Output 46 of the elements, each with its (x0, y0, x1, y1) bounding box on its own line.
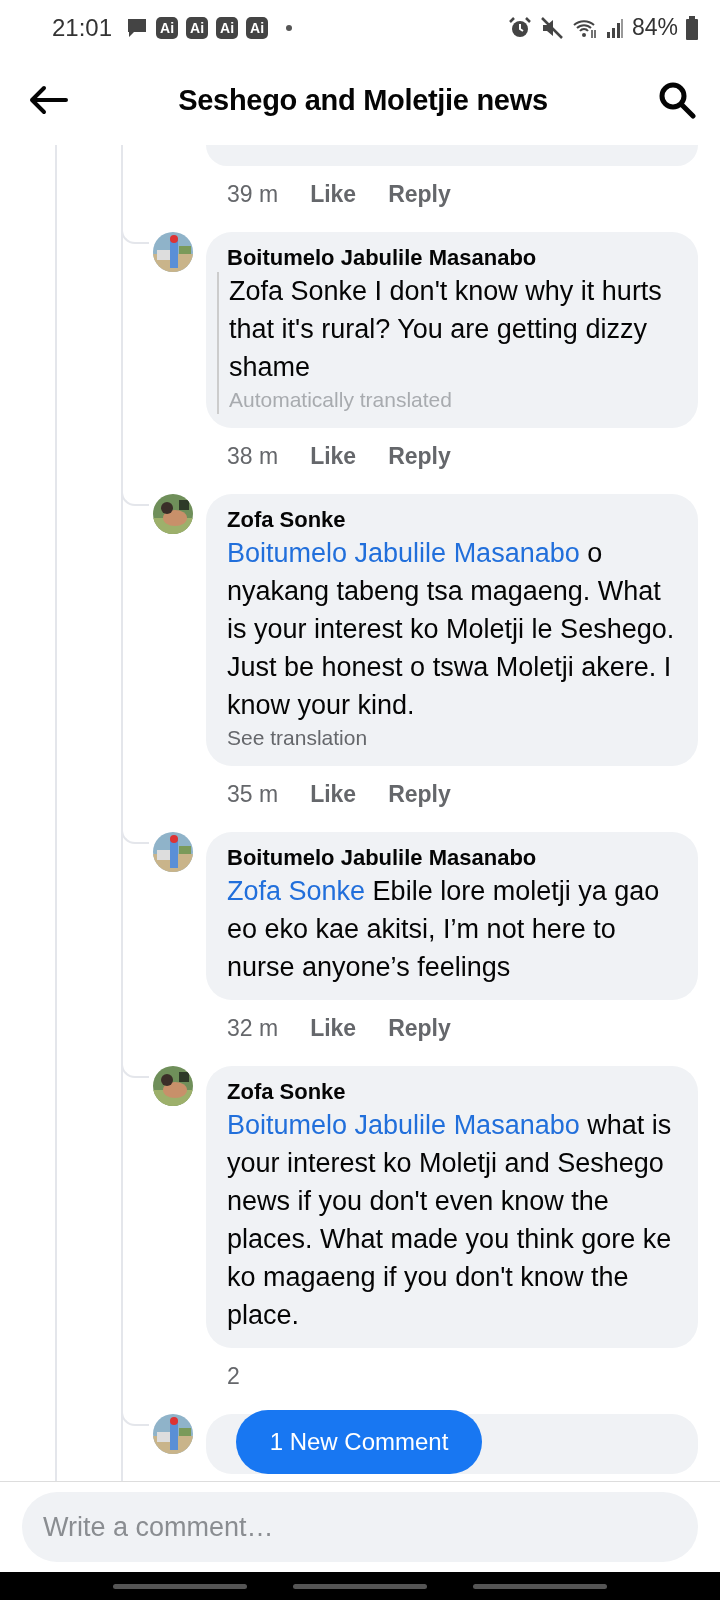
comment-author[interactable]: Zofa Sonke (227, 506, 677, 534)
comment-action-link[interactable]: Like (310, 1010, 357, 1046)
comment-text: Boitumelo Jabulile Masanabo what is your interest ko Moletji and Seshego news if you don't even know the places. What made you think gore ke ko magaeng if you don't know the place. (227, 1109, 673, 1332)
comment-text: Boitumelo Jabulile Masanabo o nyakang tabeng tsa magaeng. What is your interest ko Moletji le Seshego. Just be honest o tswa Moletji akere. I know your kind. (227, 537, 676, 722)
notification-badge: Ai (216, 16, 239, 39)
dot-icon (286, 24, 293, 31)
clock-time: 21:01 (52, 13, 113, 42)
mention-link[interactable]: Zofa Sonke (227, 876, 366, 906)
nav-bar-handle[interactable] (293, 1583, 427, 1589)
comment-author[interactable]: Boitumelo Jabulile Masanabo (227, 244, 677, 272)
page-title: Seshego and Moletjie news (177, 83, 549, 117)
comment-text: Zofa Sonke I don't know why it hurts that it's rural? You are getting dizzy shame (229, 275, 663, 384)
notification-badge: Ai (246, 16, 269, 39)
battery-icon (686, 15, 698, 40)
comment-time: 39 m (227, 180, 279, 209)
alarm-icon (507, 15, 532, 40)
mute-icon (539, 15, 564, 40)
battery-percent: 84% (631, 14, 678, 41)
comment-action-link[interactable]: Reply (388, 176, 451, 212)
mention-link[interactable]: Boitumelo Jabulile Masanabo (227, 1110, 580, 1140)
notification-badge: Ai (156, 16, 179, 39)
notification-badge: Ai (186, 16, 209, 39)
nav-bar-handle[interactable] (113, 1583, 247, 1589)
mention-link[interactable]: Boitumelo Jabulile Masanabo (227, 538, 580, 568)
comment-author[interactable]: Zofa Sonke (227, 1078, 677, 1106)
comment-action-link[interactable]: Reply (388, 438, 451, 474)
comment-action-link[interactable]: Like (310, 438, 357, 474)
comment-time: 38 m (227, 442, 279, 471)
comment-action-link[interactable]: Like (310, 176, 357, 212)
comment-time: 32 m (227, 1014, 279, 1043)
comment-time: 2 (227, 1362, 240, 1391)
comment-input-field[interactable]: Write a comment… (22, 1492, 698, 1562)
see-translation-link[interactable]: See translation (227, 724, 677, 752)
message-icon (126, 16, 149, 39)
comment-author[interactable]: Boitumelo Jabulile Masanabo (227, 844, 677, 872)
signal-icon (605, 16, 624, 39)
comment-action-link[interactable]: Like (310, 776, 357, 812)
nav-bar-handle[interactable] (473, 1583, 607, 1589)
translation-note: Automatically translated (229, 387, 453, 413)
comment-time: 35 m (227, 780, 279, 809)
back-arrow-icon[interactable] (28, 84, 68, 116)
comment-action-link[interactable]: Reply (388, 1010, 451, 1046)
new-comment-button[interactable]: 1 New Comment (236, 1410, 482, 1474)
comment-text: Zofa Sonke Ebile lore moletji ya gao eo eko kae akitsi, I’m not here to nurse anyone’s feelings (227, 875, 661, 984)
search-icon[interactable] (658, 81, 696, 119)
comment-action-link[interactable]: Reply (388, 776, 451, 812)
